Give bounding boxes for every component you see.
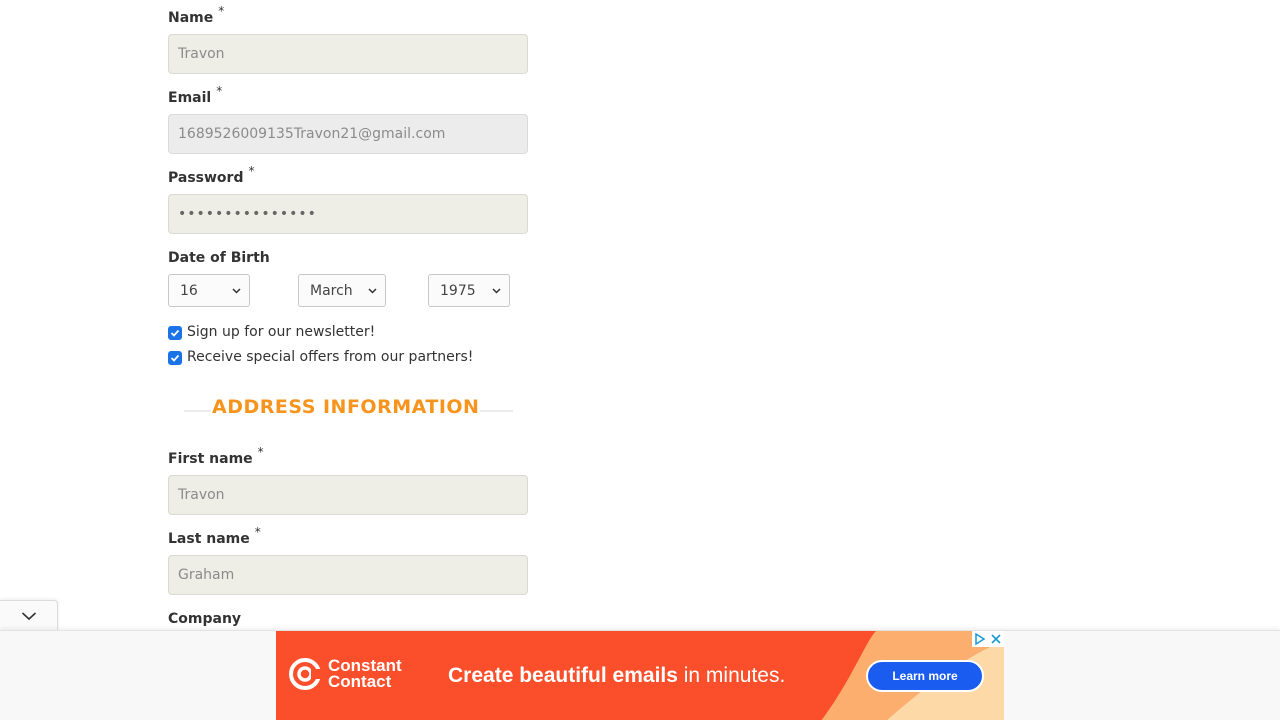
last-name-label: Last name *	[168, 525, 261, 547]
company-label: Company	[168, 611, 242, 627]
dob-day-select[interactable]: 16	[168, 274, 250, 307]
checkmark-icon	[170, 354, 180, 362]
newsletter-checkbox[interactable]	[168, 326, 182, 340]
last-name-input[interactable]: Graham	[168, 555, 528, 595]
password-label: Password *	[168, 164, 255, 186]
email-label: Email *	[168, 84, 223, 106]
offers-label: Receive special offers from our partners…	[187, 349, 474, 365]
ad-choices	[972, 631, 1004, 647]
chevron-down-icon	[368, 288, 377, 294]
chevron-down-icon	[232, 288, 241, 294]
address-section-heading: ADDRESS INFORMATION	[184, 396, 513, 424]
dob-month-select[interactable]: March	[298, 274, 386, 307]
chevron-down-icon	[21, 611, 36, 620]
name-input[interactable]: Travon	[168, 34, 528, 74]
ad-brand-logo: Constant Contact	[288, 657, 402, 691]
newsletter-option: Sign up for our newsletter!	[168, 324, 375, 340]
ad-headline: Create beautiful emails in minutes.	[448, 664, 786, 687]
address-section-title: ADDRESS INFORMATION	[211, 396, 481, 418]
newsletter-label: Sign up for our newsletter!	[187, 324, 376, 340]
ad-brand-line2: Contact	[328, 672, 392, 691]
name-label: Name *	[168, 4, 225, 26]
offers-checkbox[interactable]	[168, 351, 182, 365]
dob-year-select[interactable]: 1975	[428, 274, 510, 307]
offers-option: Receive special offers from our partners…	[168, 349, 473, 365]
ad-learn-more-button[interactable]: Learn more	[866, 660, 984, 692]
dob-label: Date of Birth	[168, 250, 270, 266]
first-name-input[interactable]: Travon	[168, 475, 528, 515]
close-icon[interactable]	[988, 631, 1004, 647]
ad-banner-bar: Constant Contact Create beautiful emails…	[0, 630, 1280, 720]
adchoices-icon[interactable]	[972, 631, 988, 647]
chevron-down-icon	[492, 288, 501, 294]
constant-contact-logo-icon	[289, 658, 321, 690]
password-input[interactable]: •••••••••••••••	[168, 194, 528, 234]
first-name-label: First name *	[168, 445, 264, 467]
collapse-ad-button[interactable]	[0, 600, 58, 630]
email-input[interactable]: 1689526009135Travon21@gmail.com	[168, 114, 528, 154]
ad-banner[interactable]: Constant Contact Create beautiful emails…	[276, 631, 1004, 720]
checkmark-icon	[170, 329, 180, 337]
